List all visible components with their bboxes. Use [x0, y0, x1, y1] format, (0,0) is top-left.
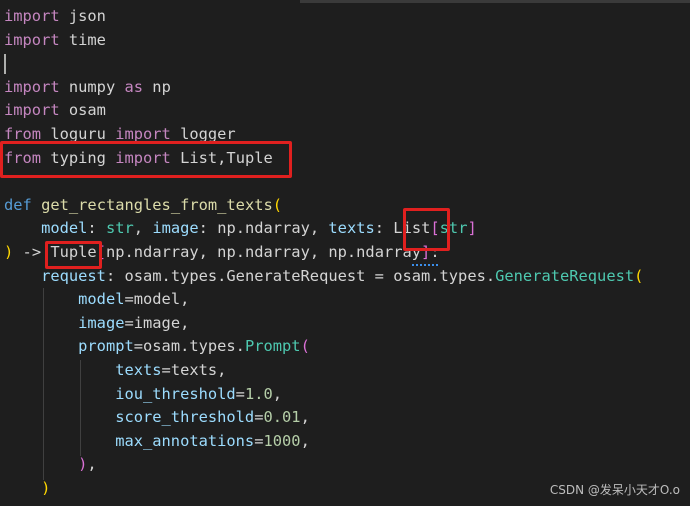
code-token: time — [59, 30, 106, 49]
code-token: import — [4, 30, 60, 49]
code-token: : — [87, 219, 106, 238]
code-line[interactable]: import time — [4, 28, 106, 52]
code-line[interactable]: image=image, — [4, 311, 189, 335]
code-token: import — [4, 101, 60, 120]
editor-top-edge — [300, 0, 690, 3]
code-editor[interactable]: import json import time import numpy as np… — [0, 0, 690, 506]
code-token: =texts, — [161, 361, 227, 379]
code-token: , — [300, 408, 310, 427]
code-token: numpy — [59, 77, 125, 96]
code-token: GenerateRequest — [495, 266, 635, 285]
highlight-box-list — [403, 208, 450, 251]
code-token: , — [87, 455, 97, 474]
code-token: ] — [467, 219, 477, 238]
code-token: prompt — [78, 337, 134, 356]
code-token: ) — [41, 479, 51, 497]
code-token: model — [78, 290, 125, 309]
code-token: max_annotations — [115, 431, 255, 450]
code-token: score_threshold — [115, 408, 255, 427]
code-token: iou_threshold — [115, 384, 236, 403]
indent-guide — [80, 360, 81, 456]
watermark: CSDN @发呆小天才O.o — [549, 483, 680, 497]
code-token: : osam.types.GenerateRequest = osam.type… — [105, 266, 496, 285]
code-token: np.ndarray, np.ndarray, np.ndarray — [105, 243, 422, 261]
code-token: , — [300, 431, 310, 450]
highlight-box-from-typing — [0, 141, 292, 178]
code-token: : — [374, 219, 394, 238]
code-token: Prompt — [244, 337, 301, 356]
code-token: image — [78, 313, 125, 332]
code-line[interactable]: ), — [4, 452, 97, 476]
code-token: ) — [4, 243, 14, 261]
code-token: request — [41, 266, 106, 285]
code-token: =image, — [124, 313, 190, 332]
code-token: : np.ndarray, — [198, 219, 329, 238]
code-token: model — [41, 219, 88, 238]
code-line[interactable]: import osam — [4, 98, 106, 122]
code-token: ( — [300, 337, 310, 356]
highlight-box-tuple — [45, 241, 102, 269]
code-token: , — [133, 219, 153, 238]
code-token: import — [4, 7, 60, 25]
code-token: as — [124, 77, 144, 96]
code-line[interactable]: import numpy as np — [4, 75, 171, 99]
code-token: ( — [272, 195, 283, 214]
code-token: texts — [328, 219, 375, 238]
code-token: def — [4, 195, 32, 214]
code-line[interactable]: iou_threshold=1.0, — [4, 382, 282, 406]
code-token: np — [143, 77, 171, 96]
code-token: =model, — [124, 290, 190, 309]
code-token: osam — [59, 101, 106, 120]
code-token: =osam.types. — [133, 337, 245, 356]
code-token: , — [272, 384, 283, 403]
code-line[interactable]: model=model, — [4, 287, 189, 311]
code-line[interactable]: score_threshold=0.01, — [4, 405, 310, 429]
code-line[interactable]: prompt=osam.types.Prompt( — [4, 334, 310, 358]
code-token: 1.0 — [244, 384, 273, 403]
code-token: image — [152, 219, 199, 238]
code-line[interactable]: import json — [4, 4, 106, 28]
code-token: 1000 — [263, 431, 301, 450]
code-token: str — [105, 219, 134, 238]
code-token: 0.01 — [263, 408, 301, 427]
text-cursor — [4, 54, 6, 74]
code-token: json — [59, 7, 106, 25]
code-token: get_rectangles_from_texts — [41, 195, 273, 214]
code-token: texts — [115, 361, 162, 379]
code-token: = — [235, 384, 245, 403]
code-line[interactable]: max_annotations=1000, — [4, 429, 310, 453]
code-line[interactable]: texts=texts, — [4, 358, 226, 382]
code-line[interactable]: def get_rectangles_from_texts( — [4, 193, 282, 217]
warning-squiggle — [412, 262, 438, 266]
code-token: ( — [634, 266, 644, 285]
code-token: import — [4, 77, 60, 96]
indent-guide — [43, 288, 44, 480]
